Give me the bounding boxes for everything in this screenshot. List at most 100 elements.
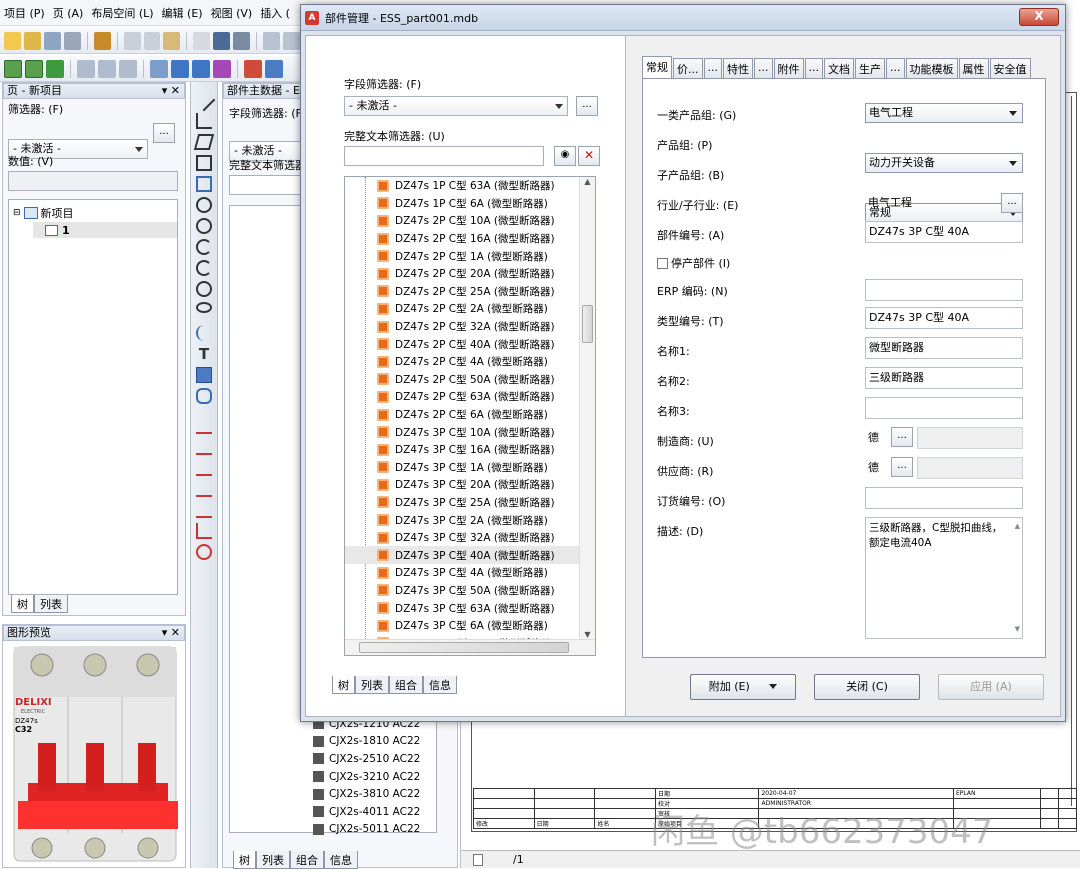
arc-2-icon[interactable] xyxy=(196,260,212,276)
tab-list[interactable]: 列表 xyxy=(355,676,389,694)
tree-item-part[interactable]: DZ47s 2P C型 50A (微型断路器) xyxy=(345,371,595,389)
scroll-down-icon[interactable]: ▼ xyxy=(1015,622,1020,637)
tab-function-template[interactable]: 功能模板 xyxy=(905,58,958,78)
pin-icon[interactable]: ▾ ✕ xyxy=(162,84,180,98)
scroll-up-icon[interactable]: ▲ xyxy=(1015,519,1020,534)
category-select[interactable]: 电气工程 xyxy=(865,103,1023,123)
macro-2-icon[interactable] xyxy=(265,59,283,78)
tree-vertical-scrollbar[interactable]: ▲ ▼ xyxy=(579,177,595,639)
tab-production[interactable]: 生产 xyxy=(855,58,885,78)
list-item[interactable]: CJX2s-1810 AC22 xyxy=(313,733,431,751)
rectangle-icon[interactable] xyxy=(196,155,212,171)
tab-price[interactable]: 价... xyxy=(673,58,703,78)
tree-item-part[interactable]: DZ47s 2P C型 25A (微型断路器) xyxy=(345,283,595,301)
redo-icon[interactable] xyxy=(283,31,300,50)
tab-more-3[interactable]: ... xyxy=(804,58,823,78)
tab-documents[interactable]: 文档 xyxy=(824,58,854,78)
name3-input[interactable] xyxy=(865,397,1023,419)
dimension-4-icon[interactable] xyxy=(196,481,212,497)
ellipse-icon[interactable] xyxy=(196,302,212,313)
tree-item-project[interactable]: ⊟ 新项目 xyxy=(13,205,74,221)
close-button[interactable]: X xyxy=(1019,8,1059,26)
delete-icon[interactable] xyxy=(193,31,211,50)
dimension-icon[interactable] xyxy=(196,418,212,434)
polyline-icon[interactable] xyxy=(196,113,212,129)
tree-item-part[interactable]: DZ47s 2P C型 6A (微型断路器) xyxy=(345,406,595,424)
industry-browse-button[interactable]: ... xyxy=(1001,193,1023,213)
description-textarea[interactable]: 三级断路器，C型脱扣曲线，额定电流40A ▲ ▼ xyxy=(865,517,1023,639)
image-frame-icon[interactable] xyxy=(196,176,212,192)
arc-icon[interactable] xyxy=(196,239,212,255)
discontinued-checkbox-row[interactable]: 停产部件 (I) xyxy=(657,255,730,271)
list-item[interactable]: CJX2s-3210 AC22 xyxy=(313,768,431,786)
part-number-input[interactable]: DZ47s 3P C型 40A xyxy=(865,221,1023,243)
new-project-icon[interactable] xyxy=(4,31,21,50)
tab-properties[interactable]: 特性 xyxy=(723,58,753,78)
list-item[interactable]: CJX2s-3810 AC22 xyxy=(313,785,431,803)
connection-icon[interactable] xyxy=(150,59,168,78)
tree-item-part[interactable]: DZ47s 3P C型 1A (微型断路器) xyxy=(345,459,595,477)
binoculars-icon[interactable]: ◉ xyxy=(554,146,576,166)
menu-layout[interactable]: 布局空间 (L) xyxy=(91,5,153,21)
tab-tree[interactable]: 树 xyxy=(233,851,256,869)
copy-icon[interactable] xyxy=(143,31,161,50)
supplier-browse-button[interactable]: ... xyxy=(891,457,913,477)
tab-attributes[interactable]: 属性 xyxy=(958,58,989,78)
tree-item-part[interactable]: DZ47s 2P C型 16A (微型断路器) xyxy=(345,230,595,248)
angle-dimension-icon[interactable] xyxy=(196,523,212,539)
tab-tree[interactable]: 树 xyxy=(332,676,355,694)
value-input[interactable] xyxy=(8,171,178,191)
tree-item-part[interactable]: DZ47s 3P C型 4A (微型断路器) xyxy=(345,564,595,582)
tree-horizontal-scrollbar[interactable] xyxy=(345,639,595,655)
tree-item-part[interactable]: DZ47s 2P C型 10A (微型断路器) xyxy=(345,212,595,230)
pin-icon[interactable]: ▾ ✕ xyxy=(162,626,180,640)
close-dialog-button[interactable]: 关闭 (C) xyxy=(814,674,920,700)
tab-list[interactable]: 列表 xyxy=(34,595,68,613)
fulltext-input[interactable] xyxy=(229,175,309,195)
flag-icon[interactable] xyxy=(171,59,189,78)
tab-info[interactable]: 信息 xyxy=(423,676,457,694)
apply-button[interactable]: 应用 (A) xyxy=(938,674,1044,700)
tree-item-part[interactable]: DZ47s 3P C型 50A (微型断路器) xyxy=(345,582,595,600)
tree-item-part[interactable]: DZ47s 3P C型 40A (微型断路器) xyxy=(345,546,595,565)
arc-3-icon[interactable] xyxy=(196,281,212,297)
tree-scroll-thumb[interactable] xyxy=(582,305,593,343)
tree-item-part[interactable]: DZ47s 3P C型 63A (微型断路器) xyxy=(345,599,595,617)
tab-more-1[interactable]: ... xyxy=(703,58,722,78)
list-item[interactable]: CJX2s-5011 AC22 xyxy=(313,821,431,839)
flag-2-icon[interactable] xyxy=(192,59,210,78)
macro-icon[interactable] xyxy=(244,59,262,78)
manufacturer-browse-button[interactable]: ... xyxy=(891,427,913,447)
tab-list[interactable]: 列表 xyxy=(256,851,290,869)
text-icon[interactable]: T xyxy=(196,346,212,362)
tree-hscroll-thumb[interactable] xyxy=(359,642,569,653)
name2-input[interactable]: 三级断路器 xyxy=(865,367,1023,389)
dimension-2-icon[interactable] xyxy=(196,439,212,455)
tree-item-part[interactable]: DZ47s 3P C型 32A (微型断路器) xyxy=(345,529,595,547)
line-icon[interactable] xyxy=(192,88,216,112)
tree-item-part[interactable]: DZ47s 1P C型 6A (微型断路器) xyxy=(345,195,595,213)
hyperlink-icon[interactable] xyxy=(196,388,212,404)
tree-item-part[interactable]: DZ47s 2P C型 63A (微型断路器) xyxy=(345,388,595,406)
eraser-icon[interactable] xyxy=(233,31,251,50)
tab-accessories[interactable]: 附件 xyxy=(773,58,804,78)
tree-item-part[interactable]: DZ47s 2P C型 2A (微型断路器) xyxy=(345,300,595,318)
numbering-2-icon[interactable] xyxy=(98,59,116,78)
tab-more-2[interactable]: ... xyxy=(754,58,773,78)
tree-item-part[interactable]: DZ47s 3P C型 10A (微型断路器) xyxy=(345,423,595,441)
tab-combination[interactable]: 组合 xyxy=(290,851,324,869)
tree-item-part[interactable]: DZ47s 3P C型 20A (微型断路器) xyxy=(345,476,595,494)
tree-item-part[interactable]: DZ47s 3P C型 25A (微型断路器) xyxy=(345,494,595,512)
tree-item-part[interactable]: DZ47s 3P C型 16A (微型断路器) xyxy=(345,441,595,459)
tab-more-4[interactable]: ... xyxy=(886,58,905,78)
radius-dimension-icon[interactable] xyxy=(196,544,212,560)
paste-icon[interactable] xyxy=(163,31,181,50)
menu-view[interactable]: 视图 (V) xyxy=(211,5,253,21)
wrench-icon[interactable] xyxy=(93,31,111,50)
insert-image-icon[interactable] xyxy=(196,367,212,383)
menu-edit[interactable]: 编辑 (E) xyxy=(162,5,203,21)
circle-icon[interactable] xyxy=(196,197,212,213)
page-navigator-icon[interactable] xyxy=(4,59,22,78)
circle-2-icon[interactable] xyxy=(196,218,212,234)
scroll-up-icon[interactable]: ▲ xyxy=(580,177,595,191)
